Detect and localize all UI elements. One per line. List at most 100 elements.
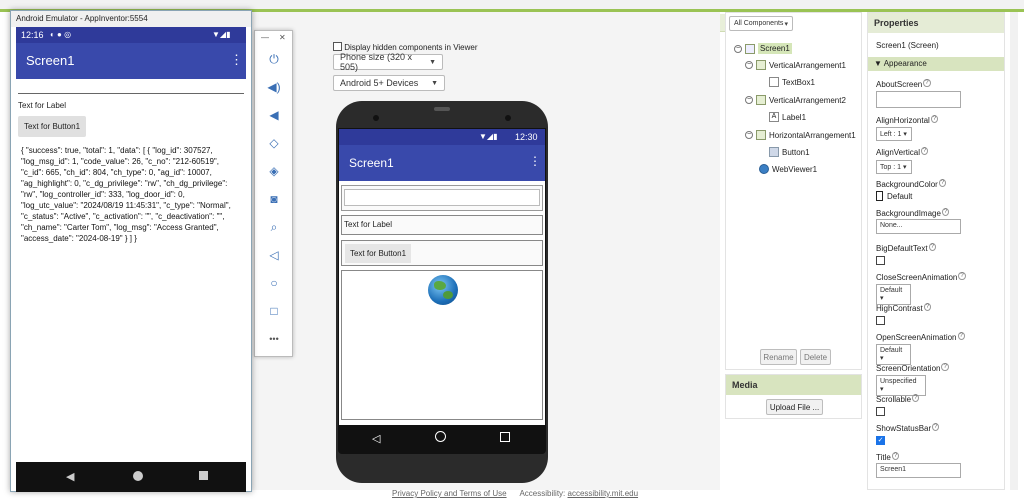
android-version-select[interactable]: Android 5+ Devices ▼ bbox=[333, 75, 445, 91]
emulator-screen-title: Screen1 bbox=[26, 53, 75, 68]
tree-item-verticalarrangement2[interactable]: − VerticalArrangement2 bbox=[745, 95, 846, 105]
viewer-screen-title: Screen1 bbox=[349, 156, 394, 170]
components-filter-select[interactable]: All Components ▾ bbox=[729, 16, 793, 31]
prop-big-default-text: BigDefaultText? bbox=[876, 243, 936, 253]
screen-orientation-select[interactable]: Unspecified ▾ bbox=[876, 375, 926, 396]
textbox-icon bbox=[769, 77, 779, 87]
background-image-picker[interactable]: None... bbox=[876, 219, 961, 234]
toolbar-minimize-button[interactable]: — bbox=[261, 33, 269, 42]
align-vertical-select[interactable]: Top : 1 ▾ bbox=[876, 160, 912, 174]
screen-icon bbox=[745, 43, 755, 54]
back-icon[interactable]: ◀ bbox=[66, 470, 74, 483]
textbox-underline[interactable] bbox=[18, 93, 244, 94]
home-icon bbox=[435, 431, 446, 442]
delete-button[interactable]: Delete bbox=[800, 349, 831, 365]
tree-item-label1[interactable]: A Label1 bbox=[769, 112, 806, 122]
media-panel: Media Upload File ... bbox=[725, 374, 862, 419]
help-icon[interactable]: ? bbox=[938, 179, 947, 187]
media-header: Media bbox=[726, 375, 861, 395]
upload-file-button[interactable]: Upload File ... bbox=[766, 399, 823, 415]
power-icon[interactable]: ⏻ bbox=[267, 52, 281, 66]
button1[interactable]: Text for Button1 bbox=[345, 244, 411, 263]
volume-down-icon[interactable]: ◀ bbox=[267, 108, 281, 122]
verticalarrangement1-box[interactable] bbox=[341, 185, 543, 211]
globe-icon bbox=[428, 275, 458, 305]
properties-header: Properties bbox=[868, 13, 1004, 33]
chevron-down-icon: ▼ bbox=[429, 58, 436, 66]
checkbox-box[interactable] bbox=[333, 42, 342, 51]
android-version-value: Android 5+ Devices bbox=[340, 78, 419, 88]
textbox1[interactable] bbox=[344, 189, 540, 206]
tree-item-verticalarrangement1[interactable]: − VerticalArrangement1 bbox=[745, 60, 846, 70]
android-emulator-window: Android Emulator - AppInventor:5554 12:1… bbox=[10, 10, 252, 492]
collapse-icon[interactable]: − bbox=[745, 96, 753, 104]
high-contrast-checkbox[interactable] bbox=[876, 316, 885, 325]
collapse-icon[interactable]: − bbox=[734, 44, 742, 53]
color-swatch[interactable] bbox=[876, 191, 883, 201]
toolbar-close-button[interactable]: ✕ bbox=[279, 33, 286, 42]
help-icon[interactable]: ? bbox=[928, 243, 936, 251]
rotate-left-icon[interactable]: ◇ bbox=[267, 136, 281, 150]
privacy-link[interactable]: Privacy Policy and Terms of Use bbox=[392, 489, 507, 498]
volume-up-icon[interactable]: ◀) bbox=[267, 80, 281, 94]
camera-icon[interactable]: ◙ bbox=[267, 192, 281, 206]
appearance-section[interactable]: ▼ Appearance bbox=[868, 57, 1004, 71]
page-footer: Privacy Policy and Terms of Use Accessib… bbox=[392, 489, 638, 498]
help-icon[interactable]: ? bbox=[921, 147, 929, 155]
title-input[interactable]: Screen1 bbox=[876, 463, 961, 478]
emulator-status-bar: 12:16 ◐ ● ◎ ▼◢▮ bbox=[16, 27, 246, 43]
label1: Text for Label bbox=[344, 220, 393, 229]
help-icon[interactable]: ? bbox=[941, 208, 950, 216]
page-scrollbar[interactable] bbox=[1010, 12, 1018, 490]
show-status-bar-checkbox[interactable]: ✓ bbox=[876, 436, 885, 445]
recents-icon[interactable] bbox=[199, 471, 208, 480]
align-horizontal-select[interactable]: Left : 1 ▾ bbox=[876, 127, 912, 141]
close-screen-animation-select[interactable]: Default ▾ bbox=[876, 284, 911, 305]
viewer-nav-bar: ◁ bbox=[338, 426, 546, 454]
about-screen-textarea[interactable] bbox=[876, 91, 961, 108]
home-icon[interactable] bbox=[133, 471, 143, 481]
open-screen-animation-select[interactable]: Default ▾ bbox=[876, 344, 911, 365]
phone-size-select[interactable]: Phone size (320 x 505) ▼ bbox=[333, 52, 443, 72]
tree-item-screen1[interactable]: − Screen1 bbox=[734, 43, 792, 54]
help-icon[interactable]: ? bbox=[912, 394, 920, 402]
tree-item-webviewer1[interactable]: WebViewer1 bbox=[759, 164, 817, 174]
tree-item-horizontalarrangement1[interactable]: − HorizontalArrangement1 bbox=[745, 130, 856, 140]
horizontalarrangement1-box[interactable]: Text for Button1 bbox=[341, 240, 543, 266]
help-icon[interactable]: ? bbox=[930, 115, 939, 123]
vertical-arrangement-icon bbox=[756, 95, 766, 105]
home-icon[interactable]: ○ bbox=[267, 276, 281, 290]
button-icon bbox=[769, 147, 779, 157]
verticalarrangement2-box[interactable]: Text for Label bbox=[341, 215, 543, 235]
phone-size-value: Phone size (320 x 505) bbox=[340, 52, 413, 72]
collapse-icon[interactable]: − bbox=[745, 131, 753, 139]
scrollable-checkbox[interactable] bbox=[876, 407, 885, 416]
help-icon[interactable]: ? bbox=[957, 332, 965, 340]
help-icon[interactable]: ? bbox=[923, 79, 931, 87]
tree-label: WebViewer1 bbox=[772, 164, 818, 174]
big-default-text-checkbox[interactable] bbox=[876, 256, 885, 265]
help-icon[interactable]: ? bbox=[891, 452, 900, 460]
prop-background-image: BackgroundImage? bbox=[876, 208, 950, 218]
overview-icon[interactable]: □ bbox=[267, 304, 281, 318]
help-icon[interactable]: ? bbox=[958, 272, 966, 280]
tree-item-button1[interactable]: Button1 bbox=[769, 147, 810, 157]
back-icon[interactable]: ◁ bbox=[267, 248, 281, 262]
help-icon[interactable]: ? bbox=[932, 423, 940, 431]
rename-button[interactable]: Rename bbox=[760, 349, 797, 365]
rotate-right-icon[interactable]: ◈ bbox=[267, 164, 281, 178]
emulator-button1[interactable]: Text for Button1 bbox=[18, 116, 86, 137]
accessibility-link[interactable]: accessibility.mit.edu bbox=[568, 489, 639, 498]
overflow-menu-icon[interactable]: ⋮ bbox=[230, 52, 243, 68]
more-options-button[interactable]: ••• bbox=[267, 332, 281, 346]
help-icon[interactable]: ? bbox=[923, 303, 932, 311]
help-icon[interactable]: ? bbox=[941, 363, 949, 371]
webviewer1-box[interactable] bbox=[341, 270, 543, 420]
background-color-picker[interactable]: Default bbox=[876, 191, 912, 201]
emulator-toolbar: — ✕ ⏻ ◀) ◀ ◇ ◈ ◙ ⌕ ◁ ○ □ ••• bbox=[254, 30, 293, 357]
zoom-icon[interactable]: ⌕ bbox=[267, 220, 281, 234]
emulator-title-bar: Android Emulator - AppInventor:5554 bbox=[11, 11, 251, 27]
collapse-icon[interactable]: − bbox=[745, 61, 753, 69]
hidden-components-checkbox[interactable]: Display hidden components in Viewer bbox=[333, 42, 478, 52]
tree-item-textbox1[interactable]: TextBox1 bbox=[769, 77, 815, 87]
